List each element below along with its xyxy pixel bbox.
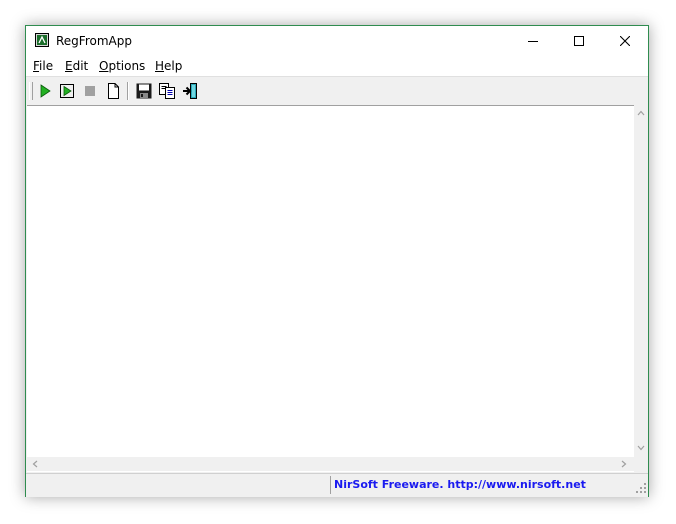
scrollbar-corner <box>634 457 648 471</box>
nirsoft-link[interactable]: NirSoft Freeware. http://www.nirsoft.net <box>334 478 586 491</box>
resize-grip-icon[interactable] <box>636 483 646 493</box>
menu-help[interactable]: Help <box>155 59 182 73</box>
menu-bar: File Edit Options Help <box>26 56 648 76</box>
exit-icon <box>183 83 197 99</box>
save-button[interactable] <box>134 81 154 101</box>
maximize-button[interactable] <box>556 26 602 56</box>
stop-button[interactable] <box>80 81 100 101</box>
menu-file[interactable]: File <box>33 59 53 73</box>
start-button[interactable] <box>35 81 55 101</box>
maximize-icon <box>574 36 584 46</box>
save-icon <box>136 83 152 99</box>
new-document-icon <box>108 83 119 99</box>
exit-button[interactable] <box>180 81 200 101</box>
scroll-right-icon[interactable] <box>621 460 627 468</box>
results-list[interactable] <box>27 105 634 472</box>
horizontal-scrollbar[interactable] <box>27 457 634 471</box>
toolbar-grip[interactable] <box>29 82 33 100</box>
copy-button[interactable] <box>157 81 177 101</box>
start-with-options-button[interactable] <box>57 81 77 101</box>
vertical-scrollbar[interactable] <box>634 105 648 457</box>
app-window: RegFromApp File Edit Options Help NirSof… <box>25 25 649 497</box>
play-framed-icon <box>60 84 74 98</box>
menu-edit[interactable]: Edit <box>65 59 88 73</box>
scroll-up-icon[interactable] <box>637 110 645 116</box>
copy-icon <box>159 83 175 99</box>
app-icon <box>35 33 49 47</box>
play-icon <box>40 84 51 98</box>
stop-icon <box>85 86 95 96</box>
title-bar[interactable]: RegFromApp <box>26 26 648 56</box>
status-pane-right: NirSoft Freeware. http://www.nirsoft.net <box>332 476 632 494</box>
toolbar <box>26 76 648 105</box>
minimize-icon <box>528 41 538 42</box>
status-bar: NirSoft Freeware. http://www.nirsoft.net <box>26 473 648 497</box>
toolbar-separator <box>127 82 129 100</box>
minimize-button[interactable] <box>510 26 556 56</box>
close-button[interactable] <box>602 26 648 56</box>
window-title: RegFromApp <box>56 34 132 48</box>
scroll-down-icon[interactable] <box>637 445 645 451</box>
status-pane-left <box>28 476 331 494</box>
menu-options[interactable]: Options <box>99 59 145 73</box>
scroll-left-icon[interactable] <box>32 460 38 468</box>
new-button[interactable] <box>103 81 123 101</box>
close-icon <box>620 36 630 46</box>
